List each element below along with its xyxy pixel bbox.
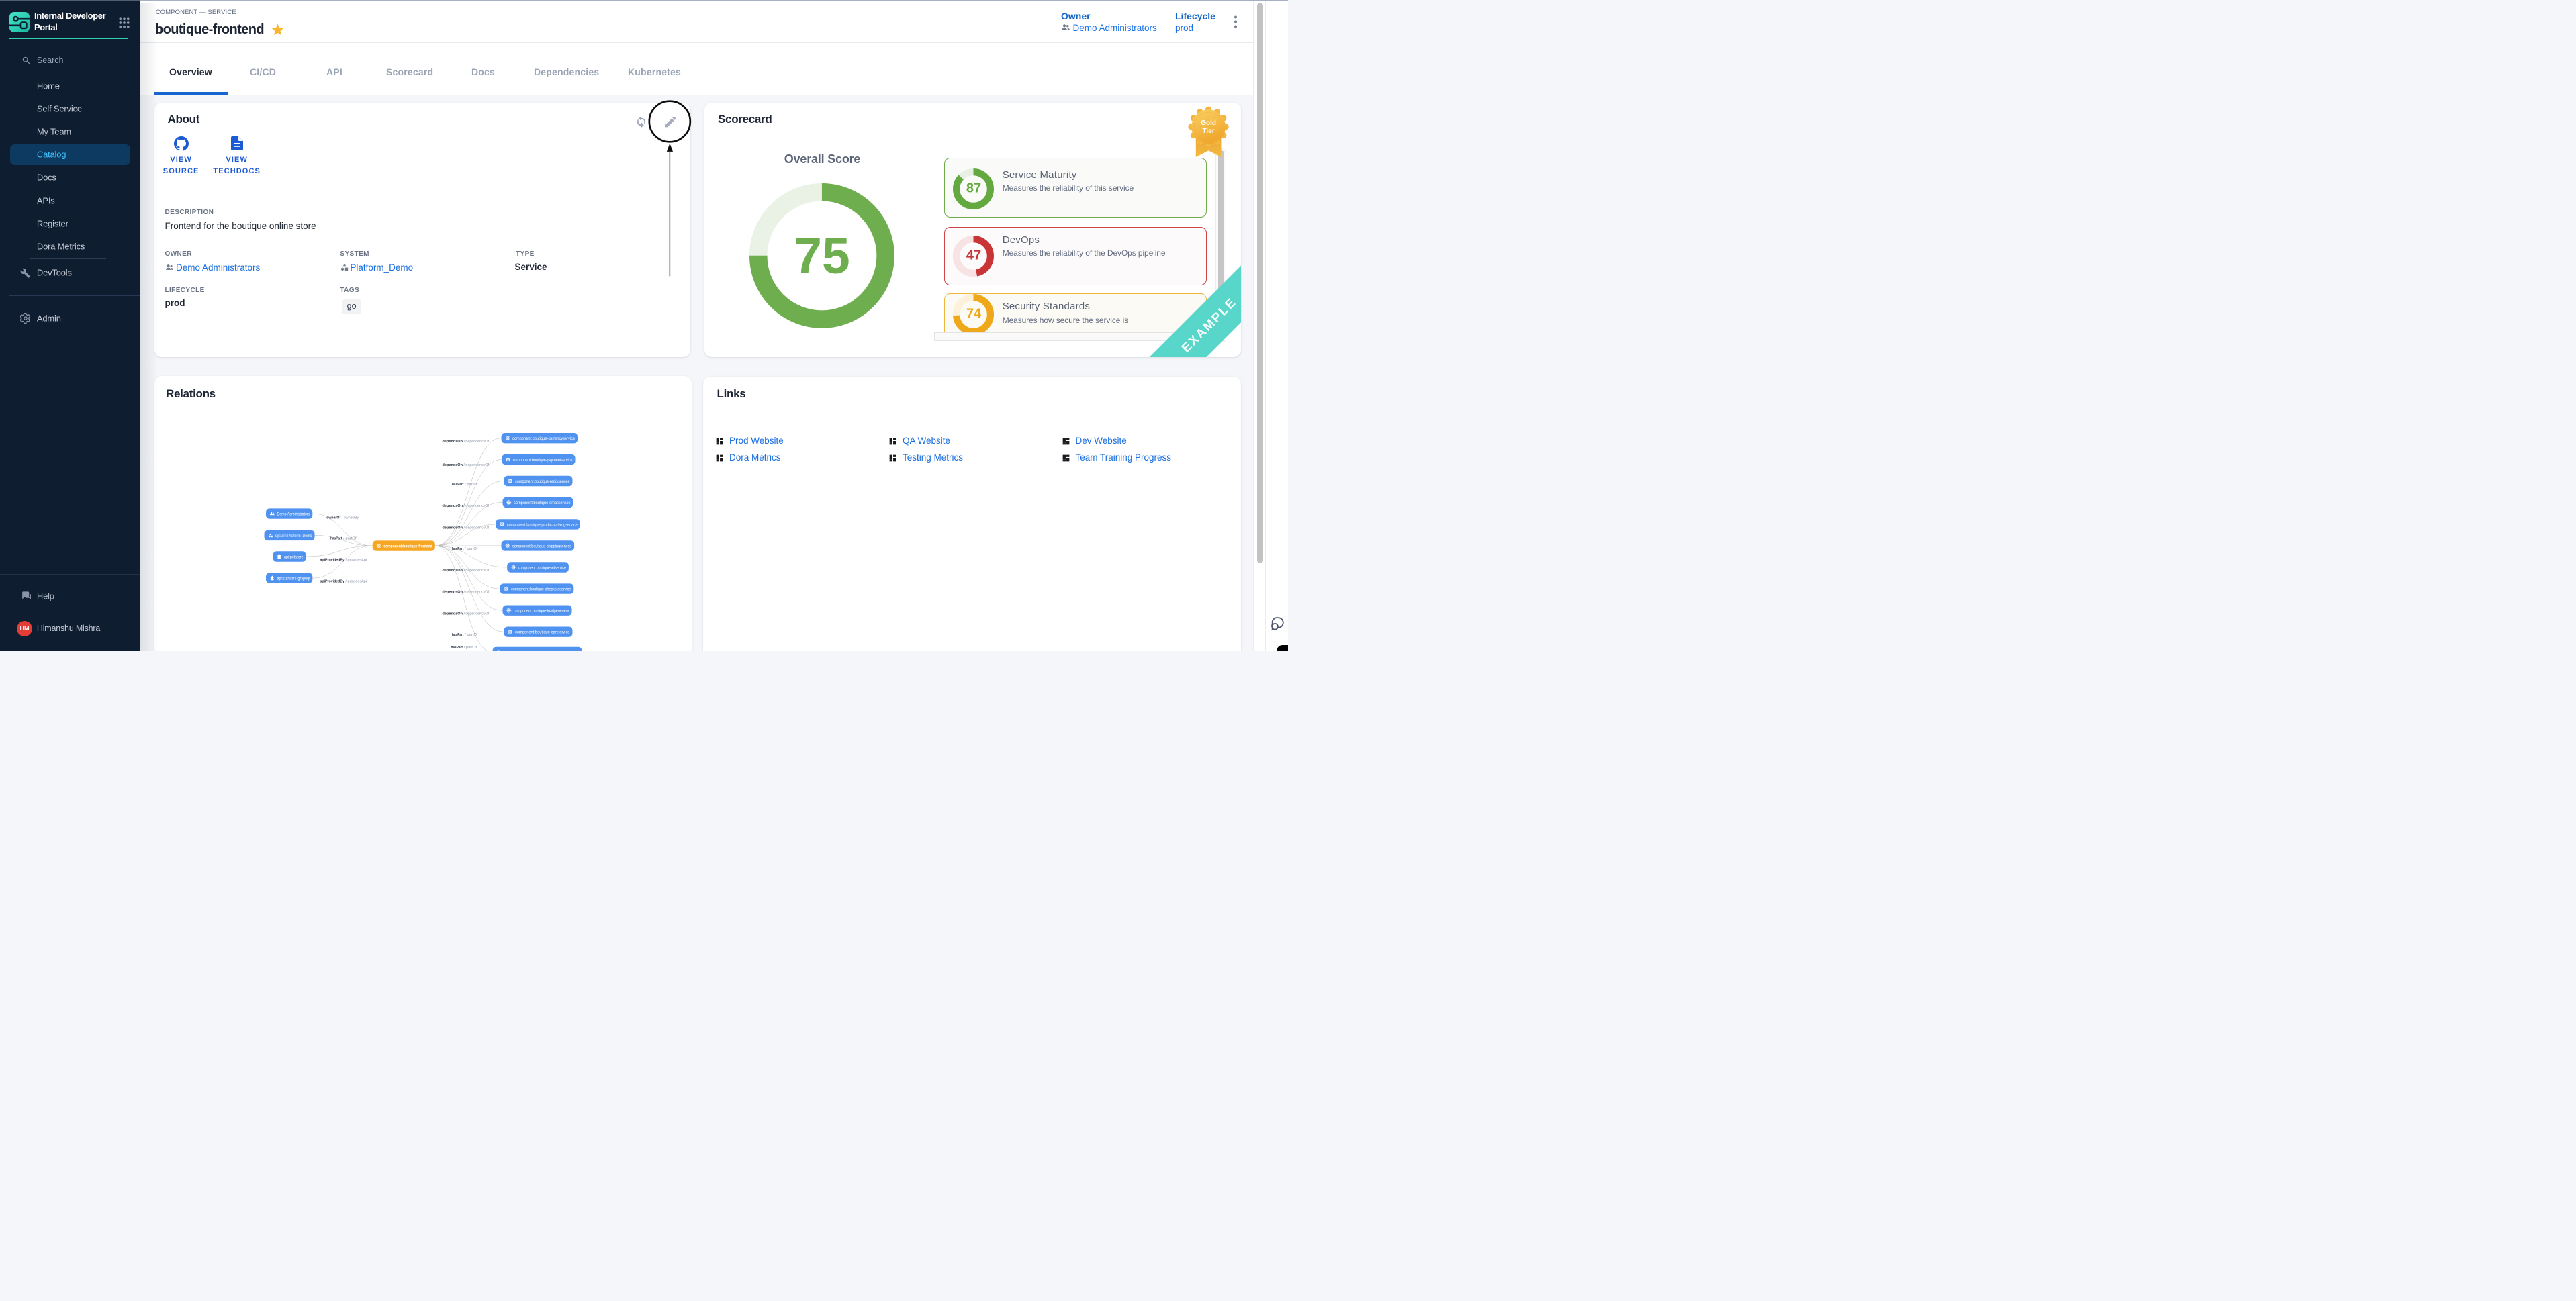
svg-text:/ partOf: / partOf: [463, 547, 477, 551]
svg-text:component:boutique-emailservic: component:boutique-emailservice: [514, 501, 571, 505]
svg-text:/ dependencyOf: / dependencyOf: [463, 569, 489, 573]
svg-text:component:boutique-currencyser: component:boutique-currencyservice: [512, 436, 575, 441]
svg-text:component:boutique-frontend: component:boutique-frontend: [383, 544, 432, 549]
svg-text:component:boutique-cartservice: component:boutique-cartservice: [515, 630, 570, 635]
svg-text:/ ownedBy: / ownedBy: [340, 516, 359, 520]
svg-text:/ dependencyOf: / dependencyOf: [463, 440, 489, 444]
svg-text:hasPart: hasPart: [452, 547, 464, 551]
svg-text:Tier: Tier: [1203, 128, 1215, 135]
svg-text:ownerOf: ownerOf: [326, 516, 340, 520]
svg-text:hasPart: hasPart: [451, 646, 463, 650]
svg-text:dependsOn: dependsOn: [442, 526, 463, 530]
svg-text:component:boutique-paymentserv: component:boutique-paymentservice: [512, 458, 572, 463]
svg-text:/ partOf: / partOf: [463, 646, 477, 650]
svg-text:component:boutique-productcata: component:boutique-productcatalogservice: [506, 522, 577, 527]
svg-text:/ partOf: / partOf: [342, 537, 356, 541]
svg-text:Demo Administrators: Demo Administrators: [277, 512, 310, 517]
svg-text:component:boutique-adservice: component:boutique-adservice: [518, 565, 565, 570]
svg-text:/ providesApi: / providesApi: [344, 559, 367, 563]
svg-text:apiProvidedBy: apiProvidedBy: [320, 580, 344, 584]
svg-text:hasPart: hasPart: [330, 537, 342, 541]
svg-text:/ dependencyOf: / dependencyOf: [463, 526, 489, 530]
svg-text:/ partOf: / partOf: [463, 483, 477, 487]
svg-text:component:boutique-checkoutser: component:boutique-checkoutservice: [511, 587, 571, 592]
svg-text:/ dependencyOf: / dependencyOf: [463, 612, 489, 616]
svg-text:Gold: Gold: [1201, 119, 1216, 127]
svg-text:/ partOf: / partOf: [463, 633, 477, 637]
svg-text:/ dependencyOf: / dependencyOf: [463, 590, 489, 594]
svg-text:dependsOn: dependsOn: [442, 463, 463, 467]
svg-text:/ providesApi: / providesApi: [344, 580, 367, 584]
svg-text:component:boutique-redisservic: component:boutique-redisservice: [515, 479, 570, 484]
svg-text:api:petstore: api:petstore: [284, 555, 304, 559]
svg-text:hasPart: hasPart: [452, 633, 464, 637]
svg-text:hasPart: hasPart: [452, 483, 464, 487]
svg-text:component:boutique-loadgenerat: component:boutique-loadgenerator: [514, 609, 569, 614]
svg-text:api:starwars-graphql: api:starwars-graphql: [277, 577, 310, 581]
svg-text:dependsOn: dependsOn: [442, 504, 463, 508]
svg-text:component:boutique-shippingser: component:boutique-shippingservice: [512, 544, 571, 548]
svg-text:/ dependencyOf: / dependencyOf: [463, 463, 489, 467]
svg-text:dependsOn: dependsOn: [442, 612, 463, 616]
svg-text:dependsOn: dependsOn: [442, 590, 463, 594]
svg-text:dependsOn: dependsOn: [442, 569, 463, 573]
svg-text:/ dependencyOf: / dependencyOf: [463, 504, 489, 508]
svg-text:dependsOn: dependsOn: [442, 440, 463, 444]
svg-text:apiProvidedBy: apiProvidedBy: [320, 559, 344, 563]
svg-text:system:Platform_Demo: system:Platform_Demo: [275, 534, 312, 538]
